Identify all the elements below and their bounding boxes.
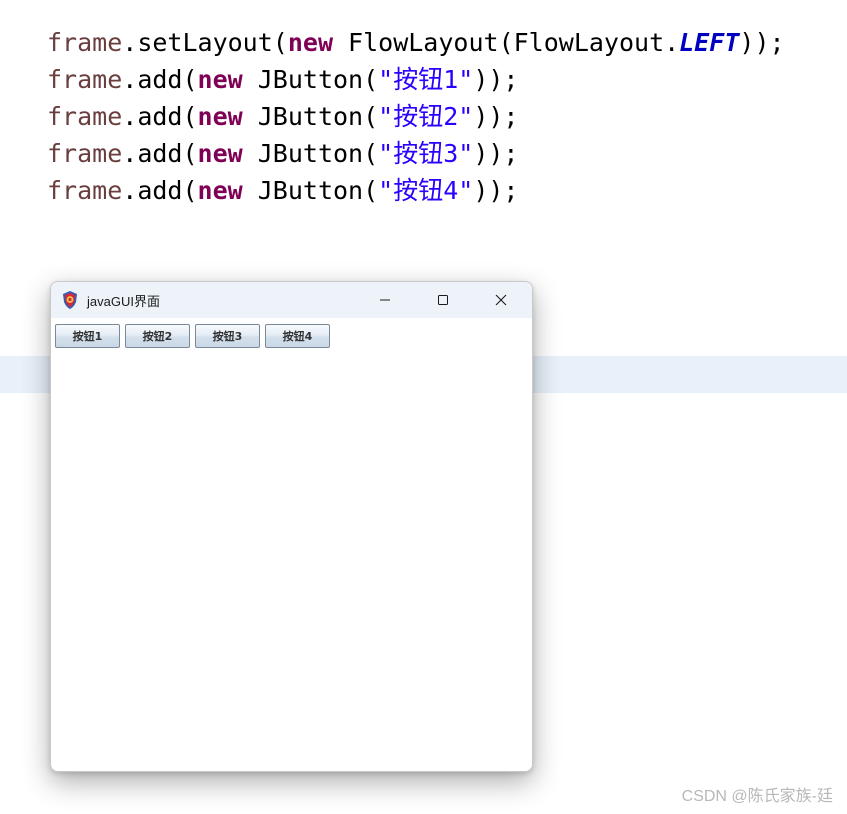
code-token-field: frame [47, 102, 123, 131]
minimize-button[interactable] [356, 282, 414, 318]
code-token-plain: JButton( [242, 176, 379, 205]
code-token-plain: .add( [122, 176, 198, 205]
close-button[interactable] [472, 282, 530, 318]
code-line: frame.add(new JButton("按钮4")); [47, 172, 785, 209]
code-token-const: LEFT [679, 28, 740, 57]
window-titlebar[interactable]: javaGUI界面 [51, 282, 532, 318]
button-3[interactable]: 按钮3 [195, 324, 260, 348]
code-line: frame.setLayout(new FlowLayout(FlowLayou… [47, 24, 785, 61]
code-token-str: "按钮2" [378, 102, 474, 131]
code-token-field: frame [47, 139, 123, 168]
code-token-field: frame [47, 176, 123, 205]
window-title: javaGUI界面 [87, 294, 160, 309]
close-icon [495, 291, 507, 310]
code-token-field: frame [47, 28, 123, 57]
flow-layout-button-row: 按钮1 按钮2 按钮3 按钮4 [55, 324, 330, 348]
code-token-plain: )); [473, 102, 519, 131]
code-token-str: "按钮4" [378, 176, 474, 205]
code-token-plain: .add( [122, 139, 198, 168]
code-token-field: frame [47, 65, 123, 94]
code-token-str: "按钮1" [378, 65, 474, 94]
java-frame-window: javaGUI界面 按钮1 按钮2 按钮3 按钮4 [50, 281, 533, 772]
code-token-plain: JButton( [242, 139, 379, 168]
code-token-kw: new [197, 102, 243, 131]
maximize-icon [437, 291, 449, 310]
code-line: frame.add(new JButton("按钮1")); [47, 61, 785, 98]
code-token-plain: )); [473, 65, 519, 94]
code-token-plain: .setLayout( [122, 28, 288, 57]
code-token-kw: new [287, 28, 333, 57]
code-token-plain: FlowLayout(FlowLayout. [333, 28, 680, 57]
code-token-plain: .add( [122, 65, 198, 94]
button-1[interactable]: 按钮1 [55, 324, 120, 348]
code-token-str: "按钮3" [378, 139, 474, 168]
window-content-pane: 按钮1 按钮2 按钮3 按钮4 [51, 318, 532, 771]
code-block[interactable]: frame.setLayout(new FlowLayout(FlowLayou… [47, 24, 785, 209]
code-token-plain: JButton( [242, 102, 379, 131]
watermark-text: CSDN @陈氏家族-廷 [681, 788, 833, 805]
code-token-kw: new [197, 176, 243, 205]
code-token-plain: .add( [122, 102, 198, 131]
code-line: frame.add(new JButton("按钮2")); [47, 98, 785, 135]
code-token-plain: )); [739, 28, 785, 57]
code-token-kw: new [197, 139, 243, 168]
maximize-button[interactable] [414, 282, 472, 318]
code-token-plain: )); [473, 139, 519, 168]
button-4[interactable]: 按钮4 [265, 324, 330, 348]
minimize-icon [379, 291, 391, 310]
java-app-icon [60, 290, 80, 310]
button-2[interactable]: 按钮2 [125, 324, 190, 348]
code-token-plain: JButton( [242, 65, 379, 94]
code-token-plain: )); [473, 176, 519, 205]
code-token-kw: new [197, 65, 243, 94]
code-line: frame.add(new JButton("按钮3")); [47, 135, 785, 172]
